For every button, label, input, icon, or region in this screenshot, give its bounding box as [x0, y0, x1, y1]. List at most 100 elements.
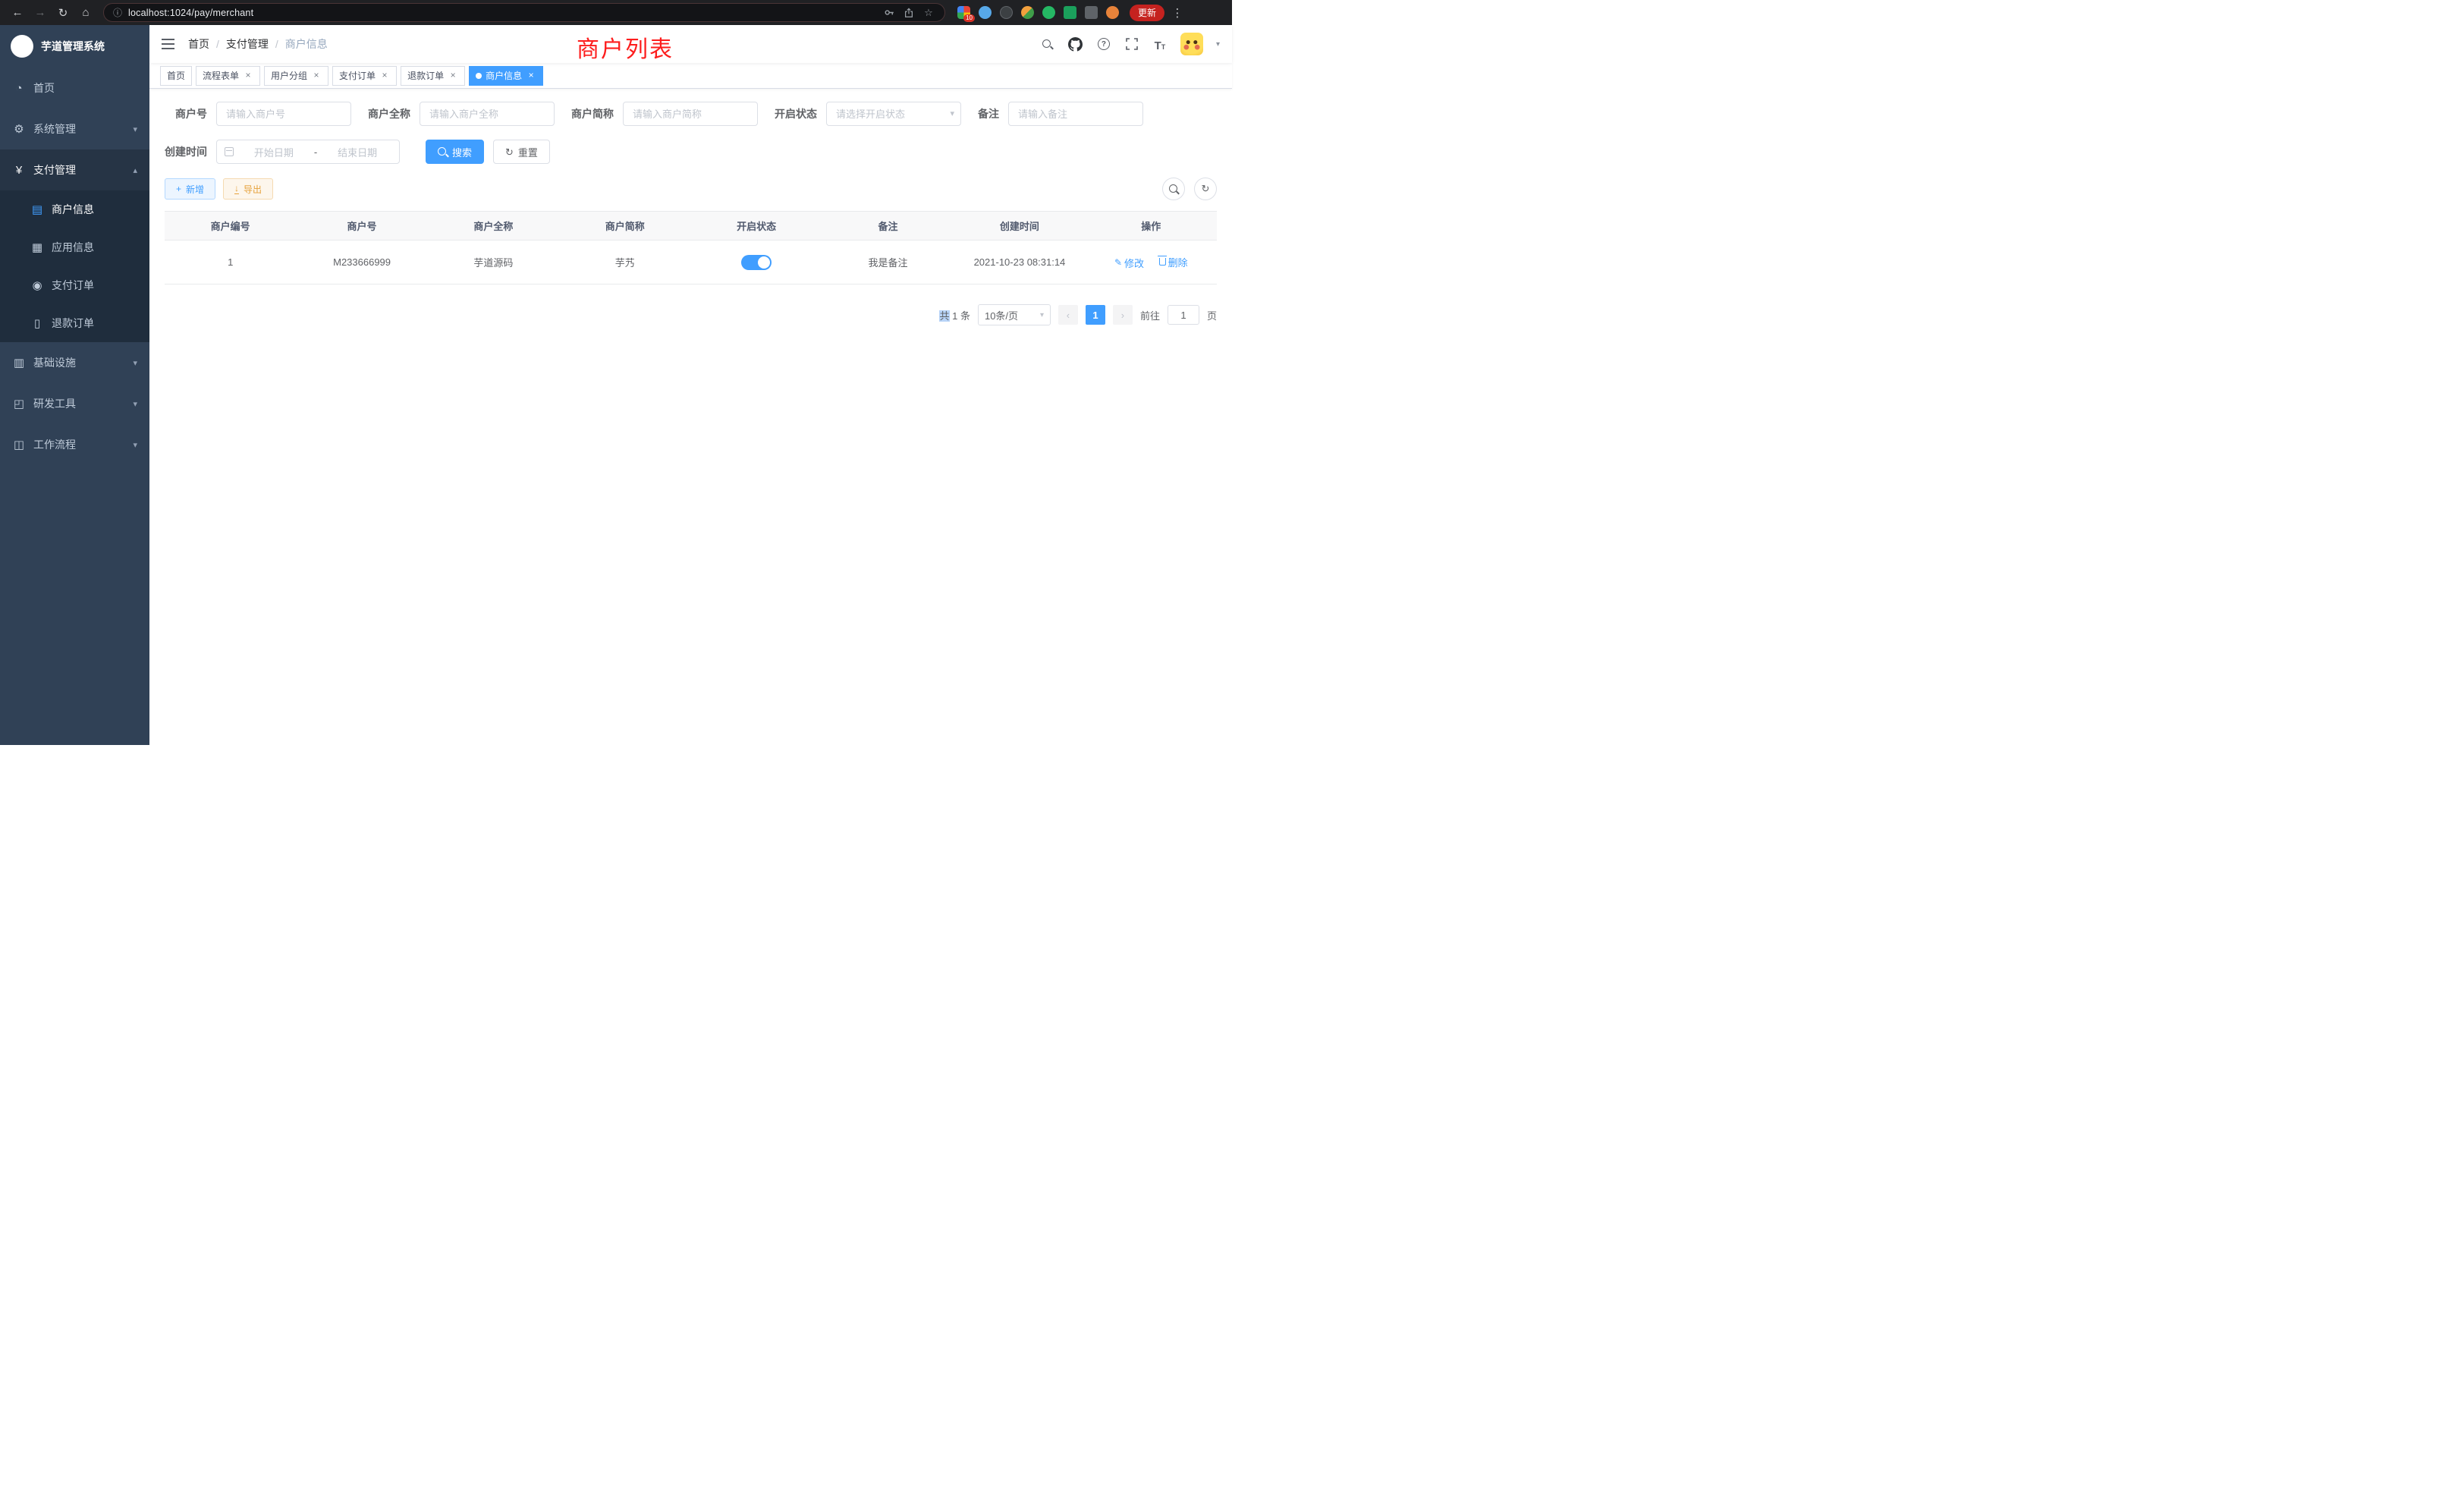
- chevron-right-icon: ›: [1121, 310, 1124, 321]
- tab-merchant-info[interactable]: 商户信息 ×: [469, 66, 543, 86]
- filter-row-2: 创建时间 开始日期 - 结束日期 搜索 ↻ 重置: [165, 140, 1217, 164]
- status-toggle[interactable]: [741, 255, 772, 270]
- table-header-row: 商户编号 商户号 商户全称 商户简称 开启状态 备注 创建时间 操作: [165, 212, 1217, 240]
- table-toolbar: + 新增 ↓ 导出 ↻: [165, 178, 1217, 200]
- start-date-placeholder[interactable]: 开始日期: [240, 145, 308, 159]
- short-name-input[interactable]: [623, 102, 758, 126]
- close-icon[interactable]: ×: [448, 71, 458, 81]
- tab-refund-order[interactable]: 退款订单 ×: [401, 66, 465, 86]
- full-name-input[interactable]: [420, 102, 555, 126]
- bookmark-star-icon[interactable]: ☆: [922, 6, 935, 20]
- close-icon[interactable]: ×: [379, 71, 390, 81]
- sidebar-item-refund-order[interactable]: ▯ 退款订单: [0, 304, 149, 342]
- address-bar[interactable]: ⓘ localhost:1024/pay/merchant ☆: [103, 3, 945, 22]
- sidebar-item-devtools[interactable]: ◰ 研发工具 ▾: [0, 383, 149, 424]
- page-size-value: 10条/页: [985, 308, 1018, 322]
- github-icon[interactable]: [1068, 36, 1083, 52]
- sidebar-item-payment[interactable]: ¥ 支付管理 ▴: [0, 149, 149, 190]
- extension-icon[interactable]: [1000, 6, 1013, 19]
- sidebar-item-merchant-info[interactable]: ▤ 商户信息: [0, 190, 149, 228]
- briefcase-icon: ◫: [12, 438, 26, 451]
- filter-row-1: 商户号 商户全称 商户简称 开启状态 ▾ 备注: [165, 102, 1217, 126]
- app-title: 芋道管理系统: [41, 39, 105, 54]
- merchant-no-label: 商户号: [165, 106, 216, 121]
- sidebar-item-app-info[interactable]: ▦ 应用信息: [0, 228, 149, 266]
- status-select[interactable]: [826, 102, 961, 126]
- calendar-icon: [225, 147, 234, 156]
- remark-label: 备注: [978, 106, 1008, 121]
- close-icon[interactable]: ×: [311, 71, 322, 81]
- tab-home[interactable]: 首页: [160, 66, 192, 86]
- export-button[interactable]: ↓ 导出: [223, 178, 273, 200]
- extension-icon[interactable]: [1085, 6, 1098, 19]
- merchant-no-input[interactable]: [216, 102, 351, 126]
- create-time-range-picker[interactable]: 开始日期 - 结束日期: [216, 140, 400, 164]
- sidebar-item-infrastructure[interactable]: ▥ 基础设施 ▾: [0, 342, 149, 383]
- toggle-search-button[interactable]: [1162, 178, 1185, 200]
- breadcrumb-payment[interactable]: 支付管理: [226, 36, 269, 52]
- sidebar-item-label: 首页: [33, 80, 55, 96]
- goto-page-input[interactable]: [1168, 305, 1199, 325]
- profile-avatar-icon[interactable]: [1106, 6, 1119, 19]
- extension-icon[interactable]: [1042, 6, 1055, 19]
- pagination: 共 1 条 10条/页 ▾ ‹ 1 › 前往 页: [165, 304, 1217, 325]
- extensions-row: 10: [957, 6, 1119, 19]
- user-avatar[interactable]: [1180, 33, 1203, 55]
- tab-process-form[interactable]: 流程表单 ×: [196, 66, 260, 86]
- cell-actions: ✎ 修改 删除: [1086, 240, 1217, 284]
- tab-pay-order[interactable]: 支付订单 ×: [332, 66, 397, 86]
- tab-label: 流程表单: [203, 69, 239, 82]
- edit-icon: ✎: [1114, 257, 1122, 268]
- prev-page-button[interactable]: ‹: [1058, 305, 1078, 325]
- search-icon[interactable]: [1040, 36, 1055, 52]
- reset-button[interactable]: ↻ 重置: [493, 140, 550, 164]
- app-logo[interactable]: 芋道管理系统: [0, 25, 149, 68]
- add-button[interactable]: + 新增: [165, 178, 215, 200]
- extension-grid-icon[interactable]: 10: [957, 6, 970, 19]
- payment-submenu: ▤ 商户信息 ▦ 应用信息 ◉ 支付订单 ▯ 退款订单: [0, 190, 149, 342]
- col-merchant-id: 商户编号: [165, 212, 296, 240]
- next-page-button[interactable]: ›: [1113, 305, 1133, 325]
- sidebar-item-system[interactable]: ⚙ 系统管理 ▾: [0, 108, 149, 149]
- extension-icon[interactable]: [1021, 6, 1034, 19]
- end-date-placeholder[interactable]: 结束日期: [323, 145, 391, 159]
- right-toolbar: ↻: [1162, 178, 1217, 200]
- font-size-icon[interactable]: TT: [1152, 36, 1168, 52]
- sidebar-item-workflow[interactable]: ◫ 工作流程 ▾: [0, 424, 149, 465]
- extension-icon[interactable]: [979, 6, 992, 19]
- sidebar-toggle-icon[interactable]: [162, 43, 174, 45]
- remark-input[interactable]: [1008, 102, 1143, 126]
- reload-button[interactable]: ↻: [53, 3, 73, 23]
- close-icon[interactable]: ×: [526, 71, 536, 81]
- cell-short-name: 芋艿: [559, 240, 690, 284]
- refresh-table-button[interactable]: ↻: [1194, 178, 1217, 200]
- forward-button[interactable]: →: [30, 3, 50, 23]
- close-icon[interactable]: ×: [243, 71, 253, 81]
- edit-link[interactable]: ✎ 修改: [1114, 256, 1144, 270]
- user-menu-caret-icon[interactable]: ▾: [1216, 40, 1220, 49]
- delete-link[interactable]: 删除: [1159, 255, 1188, 269]
- sidebar-item-pay-order[interactable]: ◉ 支付订单: [0, 266, 149, 304]
- reset-button-label: 重置: [518, 145, 538, 159]
- page-size-select[interactable]: 10条/页 ▾: [978, 304, 1051, 325]
- home-button[interactable]: ⌂: [76, 3, 96, 23]
- url-text[interactable]: localhost:1024/pay/merchant: [128, 8, 876, 18]
- fullscreen-icon[interactable]: [1124, 36, 1139, 52]
- page-1-button[interactable]: 1: [1086, 305, 1105, 325]
- back-button[interactable]: ←: [8, 3, 27, 23]
- extension-icon[interactable]: [1064, 6, 1076, 19]
- browser-menu-icon[interactable]: ⋮: [1171, 6, 1184, 20]
- tab-user-group[interactable]: 用户分组 ×: [264, 66, 328, 86]
- help-icon[interactable]: ?: [1096, 36, 1111, 52]
- tab-label: 退款订单: [407, 69, 444, 82]
- total-count: 共 1 条: [939, 308, 970, 322]
- site-info-icon[interactable]: ⓘ: [113, 6, 122, 19]
- search-icon: [1169, 184, 1179, 194]
- sidebar-item-home[interactable]: ◔ 首页: [0, 68, 149, 108]
- search-button[interactable]: 搜索: [426, 140, 484, 164]
- breadcrumb-home[interactable]: 首页: [188, 36, 209, 52]
- browser-update-button[interactable]: 更新: [1130, 5, 1164, 21]
- chevron-down-icon: ▾: [133, 399, 137, 409]
- share-icon[interactable]: [902, 6, 916, 20]
- password-key-icon[interactable]: [882, 6, 896, 20]
